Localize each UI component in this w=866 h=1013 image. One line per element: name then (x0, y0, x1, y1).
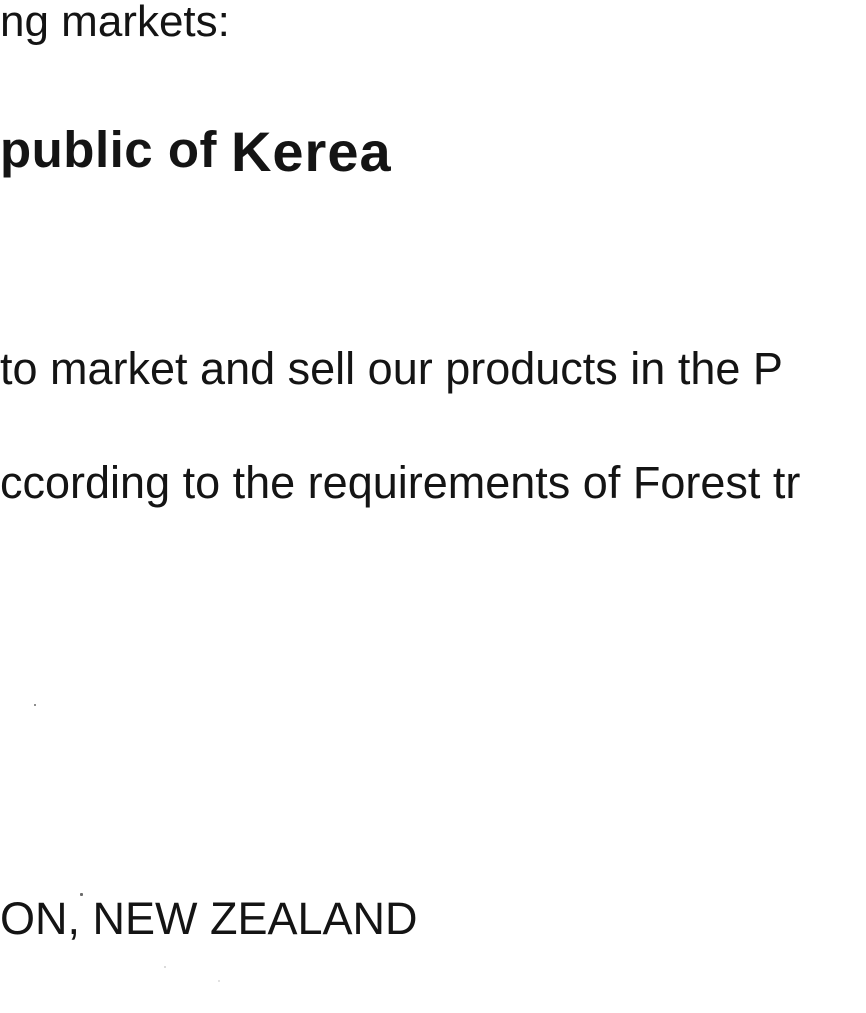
location-line: ON, NEW ZEALAND (0, 893, 418, 944)
according-line: ccording to the requirements of Forest t… (0, 457, 801, 508)
scan-speck (34, 704, 36, 706)
scan-speck (218, 980, 220, 982)
republic-heading-part-a: public of (0, 121, 217, 178)
scan-speck (80, 893, 83, 896)
document-page: ng markets: public of Kerea to market and… (0, 0, 866, 1013)
markets-line: ng markets: (0, 0, 230, 46)
market-sell-line: to market and sell our products in the P (0, 343, 783, 394)
republic-heading: public of Kerea (0, 120, 392, 180)
republic-heading-part-b: Kerea (230, 120, 392, 183)
scan-speck (164, 966, 166, 968)
